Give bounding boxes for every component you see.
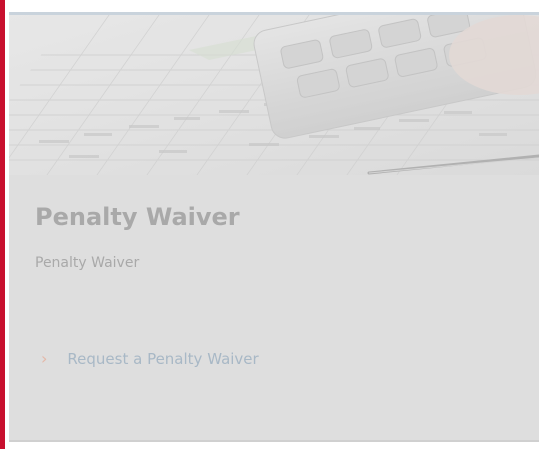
card-subtitle: Penalty Waiver: [35, 255, 140, 271]
request-penalty-waiver-link[interactable]: › Request a Penalty Waiver: [41, 349, 259, 369]
hero-overlay: [9, 15, 539, 175]
link-label: Request a Penalty Waiver: [67, 350, 259, 368]
hero-image: [9, 15, 539, 175]
chevron-right-icon: ›: [41, 349, 48, 368]
card-title: Penalty Waiver: [35, 203, 240, 231]
service-card: Penalty Waiver Penalty Waiver › Request …: [9, 12, 539, 442]
page-accent-bar: [0, 0, 5, 449]
